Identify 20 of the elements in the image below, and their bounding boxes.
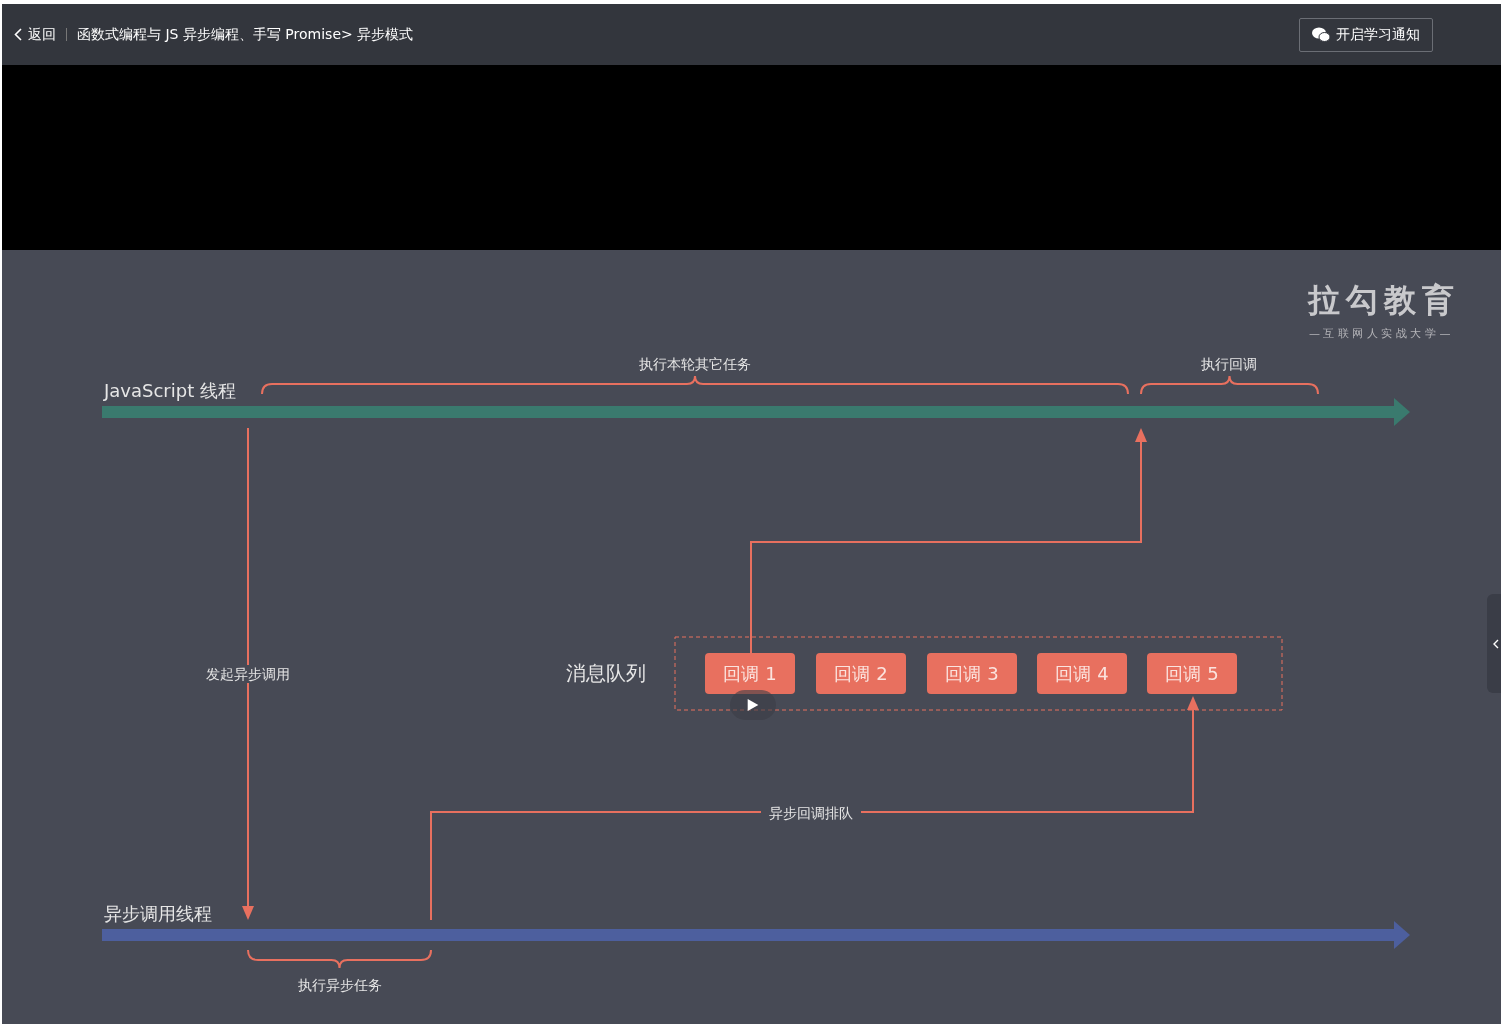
play-icon — [747, 698, 759, 712]
side-panel-toggle[interactable] — [1487, 594, 1501, 693]
callback-chip: 回调 5 — [1147, 653, 1237, 694]
queue-label: 消息队列 — [566, 663, 646, 683]
callback-chip: 回调 2 — [816, 653, 906, 694]
thread-label: JavaScript 线程 — [104, 382, 236, 400]
callback-chip: 回调 3 — [927, 653, 1017, 694]
thread-label: 异步调用线程 — [104, 905, 212, 923]
chevron-left-icon — [1493, 638, 1499, 649]
logo-subtitle: — 互 联 网 人 实 战 大 学 — — [1309, 328, 1451, 339]
notify-button[interactable]: 开启学习通知 — [1299, 17, 1433, 52]
back-button[interactable]: 返回 — [14, 25, 56, 44]
arrow-label: 异步回调排队 — [761, 804, 861, 822]
logo-title: 拉勾教育 — [1308, 284, 1460, 316]
breadcrumb: 函数式编程与 JS 异步编程、手写 Promise> 异步模式 — [77, 25, 414, 44]
play-button[interactable] — [730, 690, 776, 720]
chevron-left-icon — [14, 28, 22, 41]
callback-chip: 回调 1 — [705, 653, 795, 694]
callback-chip: 回调 4 — [1037, 653, 1127, 694]
chat-bubbles-icon — [1312, 27, 1330, 42]
